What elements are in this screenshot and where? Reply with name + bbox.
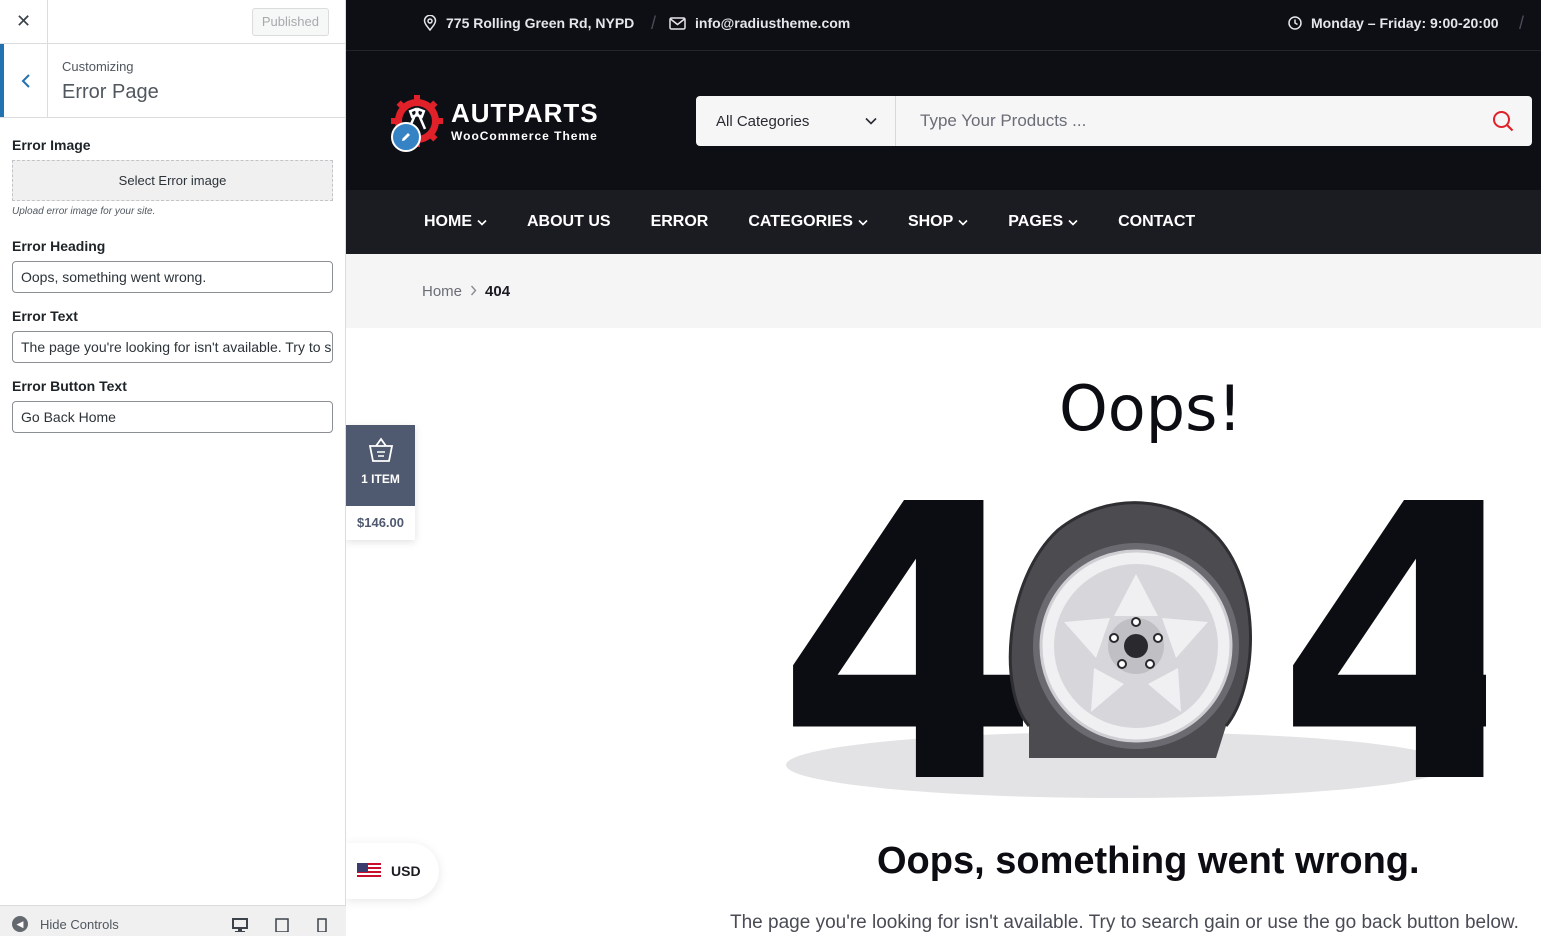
email-text[interactable]: info@radiustheme.com bbox=[695, 15, 850, 31]
chevron-down-icon bbox=[1068, 219, 1078, 226]
site-preview: 775 Rolling Green Rd, NYPD / info@radius… bbox=[346, 0, 1541, 936]
clock-icon bbox=[1288, 16, 1302, 30]
cart-summary: 1 ITEM bbox=[346, 425, 415, 506]
floating-cart[interactable]: 1 ITEM $146.00 bbox=[346, 425, 415, 540]
section-title: Error Page bbox=[62, 81, 159, 103]
nav-item-pages[interactable]: PAGES bbox=[1008, 213, 1078, 231]
main-nav: HOME ABOUT US ERROR CATEGORIES SHOP PAGE… bbox=[346, 190, 1541, 254]
error-text: The page you're looking for isn't availa… bbox=[730, 912, 1519, 933]
nav-item-label: ERROR bbox=[650, 213, 709, 230]
error-heading-label: Error Heading bbox=[12, 238, 106, 254]
nav-item-about-us[interactable]: ABOUT US bbox=[527, 213, 611, 231]
basket-icon bbox=[368, 437, 393, 462]
chevron-left-icon bbox=[21, 73, 30, 88]
big-four-left: 4 bbox=[786, 490, 1040, 810]
error-heading: Oops, something went wrong. bbox=[877, 840, 1420, 882]
published-button[interactable]: Published bbox=[251, 8, 329, 36]
nav-item-shop[interactable]: SHOP bbox=[908, 213, 968, 231]
nav-item-label: SHOP bbox=[907, 213, 954, 230]
email-info[interactable]: info@radiustheme.com bbox=[669, 15, 850, 31]
select-error-image-button[interactable]: Select Error image bbox=[12, 160, 333, 201]
big-four-right: 4 bbox=[1276, 490, 1486, 810]
address-info: 775 Rolling Green Rd, NYPD bbox=[423, 15, 634, 31]
nav-item-label: PAGES bbox=[1008, 213, 1064, 230]
topbar-divider: / bbox=[1519, 13, 1525, 33]
logo-text: AUTPARTS WooCommerce Theme bbox=[451, 100, 599, 143]
error-button-text-label: Error Button Text bbox=[12, 378, 127, 394]
search-button[interactable] bbox=[1474, 110, 1532, 132]
category-select-value: All Categories bbox=[716, 112, 810, 130]
close-icon: ✕ bbox=[15, 11, 32, 31]
nav-item-contact[interactable]: CONTACT bbox=[1118, 213, 1195, 231]
error-image-hint: Upload error image for your site. bbox=[12, 206, 156, 217]
error-text-control: Error Text The page you're looking for i… bbox=[12, 308, 333, 363]
desktop-preview-icon[interactable] bbox=[232, 918, 248, 932]
nav-item-label: CONTACT bbox=[1118, 213, 1196, 230]
error-heading-input[interactable]: Oops, something went wrong. bbox=[12, 261, 333, 293]
error-image-control: Error Image Select Error image Upload er… bbox=[12, 137, 333, 217]
error-heading-control: Error Heading Oops, something went wrong… bbox=[12, 238, 333, 293]
section-title-bar: Customizing Error Page bbox=[0, 44, 345, 118]
chevron-down-icon bbox=[858, 219, 868, 226]
breadcrumb: Home 404 bbox=[346, 254, 1541, 328]
nav-item-home[interactable]: HOME bbox=[424, 213, 487, 231]
nav-item-label: CATEGORIES bbox=[748, 213, 853, 230]
error-button-text-input[interactable]: Go Back Home bbox=[12, 401, 333, 433]
mobile-preview-icon[interactable] bbox=[317, 918, 327, 932]
cart-count: 1 ITEM bbox=[361, 472, 400, 486]
breadcrumb-current: 404 bbox=[485, 282, 511, 300]
hours-text: Monday – Friday: 9:00-20:00 bbox=[1311, 15, 1499, 31]
map-pin-icon bbox=[423, 15, 437, 31]
error-404-illustration: 4 4 bbox=[786, 490, 1486, 810]
hide-controls-button[interactable]: ◀ Hide Controls bbox=[12, 916, 119, 932]
nav-item-categories[interactable]: CATEGORIES bbox=[748, 213, 868, 231]
nav-item-label: HOME bbox=[424, 213, 472, 230]
cart-total: $146.00 bbox=[357, 515, 404, 530]
pencil-icon bbox=[402, 133, 410, 141]
chevron-down-icon bbox=[958, 219, 968, 226]
oops-text: Oops! bbox=[1059, 372, 1243, 445]
chevron-right-icon bbox=[470, 283, 477, 300]
nav-item-error[interactable]: ERROR bbox=[651, 213, 709, 231]
edit-shortcut-button[interactable] bbox=[391, 122, 421, 152]
currency-code: USD bbox=[391, 863, 421, 879]
customizer-sidebar: ✕ Published Customizing Error Page Error… bbox=[0, 0, 346, 936]
breadcrumb-home-link[interactable]: Home bbox=[422, 283, 462, 300]
us-flag-icon bbox=[357, 863, 381, 879]
top-bar: 775 Rolling Green Rd, NYPD / info@radius… bbox=[346, 0, 1541, 51]
collapse-arrow-icon: ◀ bbox=[12, 916, 28, 932]
error-image-label: Error Image bbox=[12, 137, 91, 153]
currency-switcher[interactable]: USD bbox=[346, 843, 439, 899]
logo-title: AUTPARTS bbox=[451, 97, 599, 128]
address-text: 775 Rolling Green Rd, NYPD bbox=[446, 15, 635, 31]
category-select[interactable]: All Categories bbox=[696, 96, 896, 146]
close-customizer-button[interactable]: ✕ bbox=[0, 0, 48, 43]
chevron-down-icon bbox=[865, 117, 877, 125]
site-logo[interactable]: AUTPARTS WooCommerce Theme bbox=[391, 95, 599, 147]
nav-item-label: ABOUT US bbox=[527, 213, 611, 230]
error-text-label: Error Text bbox=[12, 308, 78, 324]
search-input[interactable]: Type Your Products ... bbox=[896, 111, 1474, 131]
envelope-icon bbox=[669, 16, 686, 30]
search-icon bbox=[1493, 111, 1514, 132]
hours-info: Monday – Friday: 9:00-20:00 bbox=[1288, 15, 1499, 31]
customizer-footer: ◀ Hide Controls bbox=[0, 905, 346, 936]
customizing-label: Customizing bbox=[62, 59, 134, 74]
hide-controls-label: Hide Controls bbox=[40, 916, 119, 932]
topbar-divider: / bbox=[651, 13, 657, 33]
site-header: AUTPARTS WooCommerce Theme All Categorie… bbox=[346, 51, 1541, 190]
flat-tire-icon bbox=[1008, 501, 1252, 758]
back-button[interactable] bbox=[0, 44, 48, 117]
customizer-header: ✕ Published bbox=[0, 0, 345, 44]
chevron-down-icon bbox=[477, 219, 487, 226]
error-text-input[interactable]: The page you're looking for isn't availa… bbox=[12, 331, 333, 363]
logo-subtitle: WooCommerce Theme bbox=[451, 128, 598, 143]
error-button-text-control: Error Button Text Go Back Home bbox=[12, 378, 333, 433]
product-search: All Categories Type Your Products ... bbox=[696, 96, 1532, 146]
tablet-preview-icon[interactable] bbox=[275, 918, 289, 932]
